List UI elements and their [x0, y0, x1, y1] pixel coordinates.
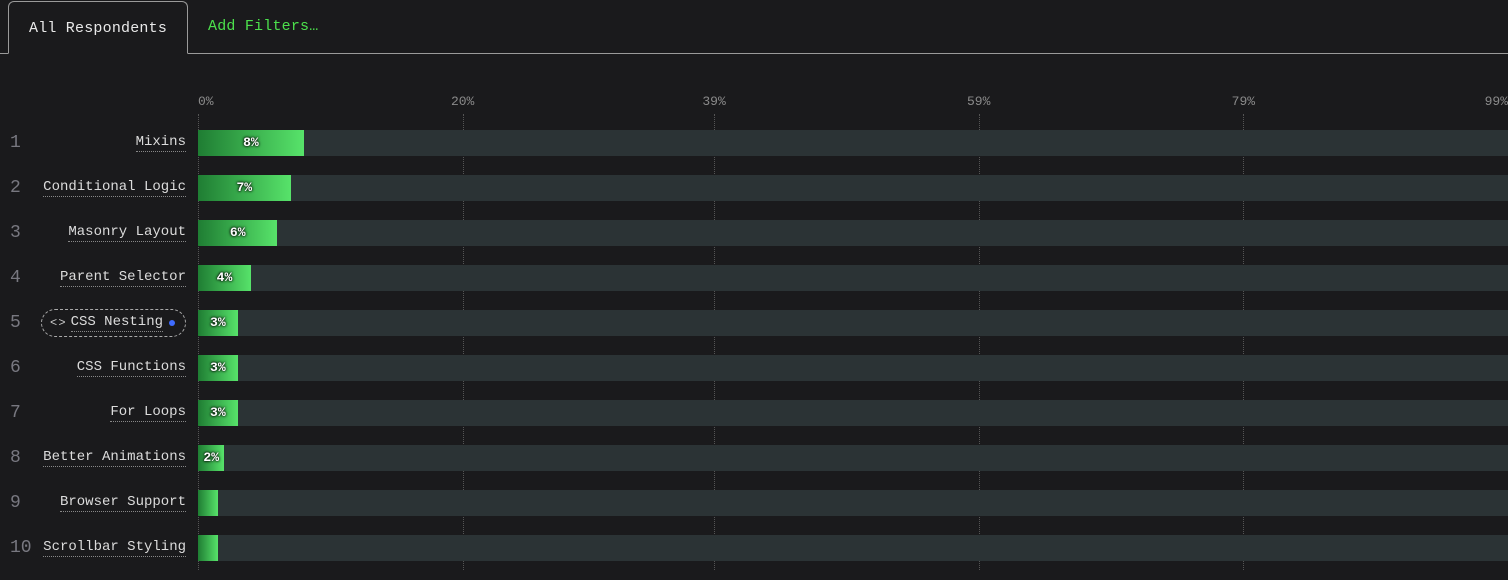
bar[interactable]: 2% — [198, 445, 224, 471]
rank-number: 9 — [10, 493, 21, 513]
bar-value-label: 6% — [230, 225, 246, 240]
indicator-dot-icon — [169, 320, 175, 326]
bars-container: 8% 7% 6% 4% 3% 3% 3% 2% — [198, 120, 1508, 570]
bar-row: 3% — [198, 345, 1508, 390]
label-row: 4 Parent Selector — [0, 255, 198, 300]
bar-track — [198, 535, 1508, 561]
category-label[interactable]: Better Animations — [43, 449, 186, 467]
bar-value-label: 3% — [210, 360, 226, 375]
label-row: 6 CSS Functions — [0, 345, 198, 390]
rank-number: 6 — [10, 358, 21, 378]
bar-row: 4% — [198, 255, 1508, 300]
category-label[interactable]: Mixins — [136, 134, 186, 152]
bar[interactable] — [198, 490, 218, 516]
axis-tick: 20% — [451, 94, 474, 109]
bar-track: 3% — [198, 355, 1508, 381]
bar-track: 7% — [198, 175, 1508, 201]
bar-value-label: 3% — [210, 315, 226, 330]
bar[interactable]: 3% — [198, 355, 238, 381]
bar[interactable]: 3% — [198, 400, 238, 426]
category-label[interactable]: Browser Support — [60, 494, 186, 512]
bar-row: 3% — [198, 300, 1508, 345]
bar-track — [198, 490, 1508, 516]
rank-number: 8 — [10, 448, 21, 468]
axis-tick: 99% — [1485, 94, 1508, 109]
bar-row: 8% — [198, 120, 1508, 165]
label-row: 2 Conditional Logic — [0, 165, 198, 210]
category-label[interactable]: Parent Selector — [60, 269, 186, 287]
category-label[interactable]: Masonry Layout — [68, 224, 186, 242]
label-row: 7 For Loops — [0, 390, 198, 435]
axis-tick: 39% — [702, 94, 725, 109]
label-row: 8 Better Animations — [0, 435, 198, 480]
axis-tick: 79% — [1232, 94, 1255, 109]
label-row: 9 Browser Support — [0, 480, 198, 525]
bar[interactable] — [198, 535, 218, 561]
bar-value-label: 8% — [243, 135, 259, 150]
tab-all-respondents[interactable]: All Respondents — [8, 1, 188, 54]
bar-row: 7% — [198, 165, 1508, 210]
bar-track: 6% — [198, 220, 1508, 246]
label-row: 5 < > CSS Nesting — [0, 300, 198, 345]
plot-area: 8% 7% 6% 4% 3% 3% 3% 2% — [198, 120, 1508, 570]
label-row: 10 Scrollbar Styling — [0, 525, 198, 570]
bar-track: 4% — [198, 265, 1508, 291]
bar-row: 3% — [198, 390, 1508, 435]
x-axis: 0% 20% 39% 59% 79% 99% — [198, 94, 1508, 120]
bar-row: 6% — [198, 210, 1508, 255]
bar-track: 8% — [198, 130, 1508, 156]
bar-value-label: 4% — [217, 270, 233, 285]
bar-track: 3% — [198, 400, 1508, 426]
tab-bar: All Respondents Add Filters… — [0, 0, 1508, 54]
bar[interactable]: 4% — [198, 265, 251, 291]
category-chip[interactable]: < > CSS Nesting — [41, 309, 186, 337]
bar-value-label: 3% — [210, 405, 226, 420]
bar-row: 2% — [198, 435, 1508, 480]
category-label: CSS Nesting — [71, 314, 163, 332]
rank-number: 3 — [10, 223, 21, 243]
bar-row — [198, 525, 1508, 570]
label-row: 3 Masonry Layout — [0, 210, 198, 255]
rank-number: 10 — [10, 538, 32, 558]
rank-number: 1 — [10, 133, 21, 153]
category-label[interactable]: Scrollbar Styling — [43, 539, 186, 557]
bar-row — [198, 480, 1508, 525]
category-label[interactable]: CSS Functions — [77, 359, 186, 377]
rank-number: 4 — [10, 268, 21, 288]
label-row: 1 Mixins — [0, 120, 198, 165]
chart: 0% 20% 39% 59% 79% 99% 1 Mixins 2 Conditional Lo… — [0, 54, 1508, 570]
category-label[interactable]: For Loops — [110, 404, 186, 422]
bar-track: 3% — [198, 310, 1508, 336]
category-label[interactable]: Conditional Logic — [43, 179, 186, 197]
bar[interactable]: 6% — [198, 220, 277, 246]
axis-tick: 59% — [967, 94, 990, 109]
rank-number: 2 — [10, 178, 21, 198]
bar[interactable]: 3% — [198, 310, 238, 336]
bar[interactable]: 8% — [198, 130, 304, 156]
rank-number: 7 — [10, 403, 21, 423]
bar-value-label: 7% — [237, 180, 253, 195]
axis-tick: 0% — [198, 94, 214, 109]
y-axis-labels: 1 Mixins 2 Conditional Logic 3 Masonry Layout… — [0, 120, 198, 570]
code-icon: < > — [50, 316, 63, 330]
bar-track: 2% — [198, 445, 1508, 471]
bar-value-label: 2% — [203, 450, 219, 465]
bar[interactable]: 7% — [198, 175, 291, 201]
add-filters-button[interactable]: Add Filters… — [188, 0, 338, 53]
rank-number: 5 — [10, 313, 21, 333]
